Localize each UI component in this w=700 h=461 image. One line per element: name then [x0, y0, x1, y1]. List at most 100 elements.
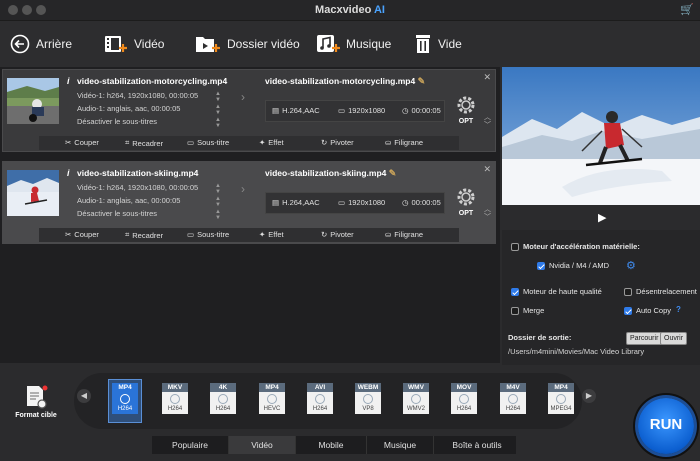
file-item[interactable]: i video-stabilization-motorcycling.mp4 V… — [2, 69, 496, 152]
format-webm-vp8[interactable]: WEBM VP8 — [351, 383, 385, 419]
high-quality-checkbox[interactable]: Moteur de haute qualité — [511, 287, 602, 296]
pencil-icon[interactable]: ✎ — [418, 76, 426, 86]
gear-icon[interactable]: ⚙ — [626, 259, 636, 272]
opt-button[interactable]: OPT — [453, 186, 479, 217]
resolution-icon: ▭ — [338, 106, 346, 115]
watermark-button[interactable]: ⛀ Filigrane — [385, 230, 423, 239]
auto-copy-checkbox[interactable]: Auto Copy — [624, 306, 671, 315]
format-4k-h264[interactable]: 4K H264 — [206, 383, 240, 419]
open-button[interactable]: Ouvrir — [660, 332, 688, 345]
rotate-button[interactable]: ↻ Pivoter — [321, 138, 354, 147]
format-mp4-h264[interactable]: MP4 H264 — [108, 379, 142, 423]
subtitle-button[interactable]: ▭ Sous-titre — [187, 230, 229, 239]
close-icon[interactable]: ✕ — [483, 72, 491, 83]
format-mov-h264[interactable]: MOV H264 — [447, 383, 481, 419]
info-icon[interactable]: i — [67, 76, 70, 86]
chevron-right-icon[interactable]: ▶ — [582, 389, 596, 403]
edit-toolbar: ✂ Couper ⌗ Recadrer ▭ Sous-titre ✦ Effet ↻ Pi… — [39, 228, 459, 242]
output-file-name[interactable]: video-stabilization-skiing.mp4 ✎ — [265, 168, 396, 179]
format-mkv-h264[interactable]: MKV H264 — [158, 383, 192, 419]
cart-icon[interactable]: 🛒 — [680, 3, 694, 16]
target-format-button[interactable]: Format cible — [10, 384, 62, 419]
reorder-icon[interactable]: ︿ ﹀ — [484, 206, 491, 222]
hw-option-label: Nvidia / M4 / AMD — [549, 261, 610, 270]
music-label: Musique — [346, 37, 392, 51]
back-arrow-icon — [10, 34, 30, 54]
file-item[interactable]: i video-stabilization-skiing.mp4 Vidéo-1… — [2, 161, 496, 244]
rotate-button[interactable]: ↻ Pivoter — [321, 230, 354, 239]
audio-track-info[interactable]: Audio-1: anglais, aac, 00:00:05 — [77, 104, 180, 113]
effect-button[interactable]: ✦ Effet — [259, 138, 284, 147]
rotate-icon: ↻ — [321, 138, 328, 147]
chevron-updown-icon[interactable]: ▲ ▼ — [215, 183, 221, 195]
browse-button[interactable]: Parcourir — [626, 332, 663, 345]
cut-button[interactable]: ✂ Couper — [65, 230, 99, 239]
subtitle-selector[interactable]: Désactiver le sous-titres — [77, 209, 157, 218]
cut-button[interactable]: ✂ Couper — [65, 138, 99, 147]
thumbnail-motorcycling[interactable] — [7, 78, 59, 124]
subtitle-icon: ▭ — [187, 230, 195, 239]
close-icon[interactable]: ✕ — [483, 164, 491, 175]
add-music-button[interactable]: Musique — [316, 31, 391, 57]
checkbox[interactable] — [511, 242, 519, 251]
format-wmv-wmv2[interactable]: WMV WMV2 — [399, 383, 433, 419]
chevron-updown-icon[interactable]: ▲ ▼ — [215, 91, 221, 103]
chevron-left-icon[interactable]: ◀ — [77, 389, 91, 403]
video-preview[interactable] — [502, 67, 700, 205]
info-icon[interactable]: i — [67, 168, 70, 178]
video-track-info[interactable]: Vidéo-1: h264, 1920x1080, 00:00:05 — [77, 183, 198, 192]
tab-mobile[interactable]: Mobile — [296, 436, 367, 454]
opt-button[interactable]: OPT — [453, 94, 479, 125]
subtitle-button[interactable]: ▭ Sous-titre — [187, 138, 229, 147]
thumbnail-skiing[interactable] — [7, 170, 59, 216]
chevron-updown-icon[interactable]: ▲ ▼ — [215, 209, 221, 221]
folder-label: Dossier vidéo — [227, 37, 300, 51]
checkbox[interactable] — [624, 306, 632, 315]
format-mp4-hevc[interactable]: MP4 HEVC — [255, 383, 289, 419]
tab-toolbox[interactable]: Boîte à outils — [434, 436, 520, 454]
clear-button[interactable]: Vide — [414, 31, 462, 57]
chevron-updown-icon[interactable]: ▲ ▼ — [215, 104, 221, 116]
tab-popular[interactable]: Populaire — [152, 436, 229, 454]
output-file-name[interactable]: video-stabilization-motorcycling.mp4 ✎ — [265, 76, 425, 87]
video-track-info[interactable]: Vidéo-1: h264, 1920x1080, 00:00:05 — [77, 91, 198, 100]
checkbox[interactable] — [537, 261, 545, 270]
add-video-button[interactable]: Vidéo — [104, 31, 164, 57]
format-mp4-mpeg4[interactable]: MP4 MPEG4 — [544, 383, 578, 419]
hw-accel-checkbox[interactable]: Moteur d'accélération matérielle: — [511, 242, 640, 251]
audio-track-info[interactable]: Audio-1: anglais, aac, 00:00:05 — [77, 196, 180, 205]
duration-info: ◷ 00:00:05 — [402, 106, 441, 115]
arrow-right-icon: › — [241, 182, 245, 196]
subtitle-selector[interactable]: Désactiver le sous-titres — [77, 117, 157, 126]
crop-button[interactable]: ⌗ Recadrer — [125, 138, 163, 148]
tab-music[interactable]: Musique — [367, 436, 434, 454]
reorder-icon[interactable]: ︿ ﹀ — [484, 114, 491, 130]
codec-info: ▤ H.264,AAC — [272, 198, 320, 207]
back-label: Arrière — [36, 37, 73, 51]
format-avi-h264[interactable]: AVI H264 — [303, 383, 337, 419]
effect-button[interactable]: ✦ Effet — [259, 230, 284, 239]
watermark-button[interactable]: ⛀ Filigrane — [385, 138, 423, 147]
crop-button[interactable]: ⌗ Recadrer — [125, 230, 163, 240]
add-folder-button[interactable]: Dossier vidéo — [195, 31, 300, 57]
tab-video[interactable]: Vidéo — [229, 436, 296, 454]
folder-add-icon — [196, 37, 220, 52]
hw-option-checkbox[interactable]: Nvidia / M4 / AMD — [537, 261, 609, 270]
chevron-updown-icon[interactable]: ▲ ▼ — [215, 196, 221, 208]
pencil-icon[interactable]: ✎ — [389, 168, 397, 178]
film-icon: ▤ — [272, 198, 280, 207]
play-icon[interactable]: ▶ — [598, 211, 606, 224]
chevron-updown-icon[interactable]: ▲ ▼ — [215, 117, 221, 129]
help-icon[interactable]: ? — [676, 305, 681, 314]
source-file-name: video-stabilization-skiing.mp4 — [77, 168, 199, 178]
checkbox[interactable] — [511, 306, 519, 315]
checkbox[interactable] — [511, 287, 519, 296]
checkbox[interactable] — [624, 287, 632, 296]
format-m4v-h264[interactable]: M4V H264 — [496, 383, 530, 419]
back-button[interactable]: Arrière — [10, 31, 72, 57]
run-label[interactable]: RUN — [638, 416, 694, 433]
deinterlace-checkbox[interactable]: Désentrelacement — [624, 287, 697, 296]
merge-checkbox[interactable]: Merge — [511, 306, 544, 315]
format-category-tabs: Populaire Vidéo Mobile Musique Boîte à o… — [152, 436, 516, 454]
window-title: Macxvideo AI — [315, 4, 385, 16]
